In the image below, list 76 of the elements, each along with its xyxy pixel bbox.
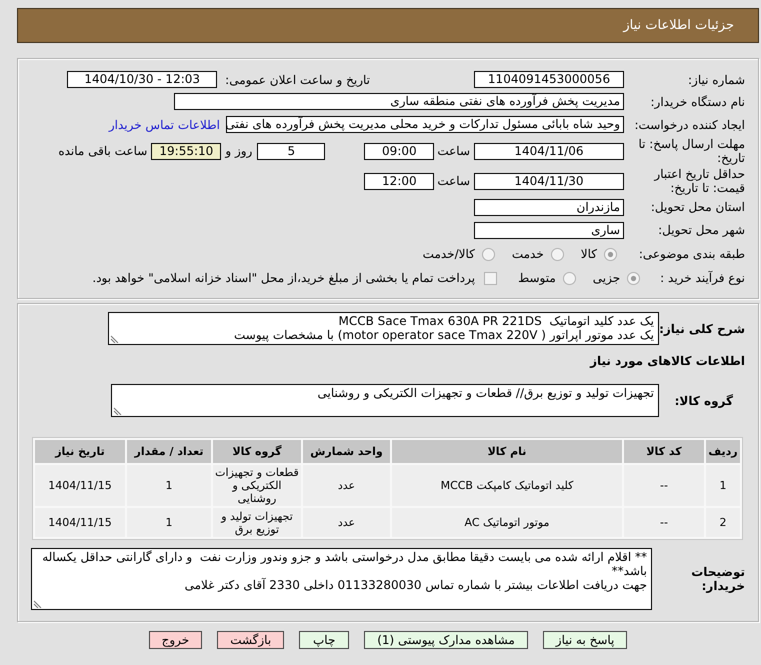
- field-label: گروه کالا:: [674, 394, 734, 408]
- table-cell: 1404/11/15: [35, 508, 125, 537]
- announce-datetime-field[interactable]: 1404/10/30 - 12:03: [67, 71, 218, 88]
- goods-group-field[interactable]: تجهیزات تولید و توزیع برق// قطعات و تجهیزات الکتریکی و روشنایی: [111, 384, 659, 417]
- print-button[interactable]: چاپ: [299, 631, 350, 649]
- column-header: گروه کالا: [213, 440, 301, 463]
- exit-button[interactable]: خروج: [148, 631, 202, 649]
- checkbox[interactable]: [484, 272, 498, 284]
- radio-button[interactable]: [562, 272, 576, 284]
- validity-date-field[interactable]: 1404/11/30: [474, 172, 624, 190]
- column-header: نام کالا: [392, 440, 622, 463]
- days-label: روز و: [225, 144, 252, 158]
- radio-button[interactable]: [550, 248, 564, 260]
- table-cell: 1: [127, 508, 211, 537]
- view-attachments-button[interactable]: مشاهده مدارک پیوستی (1): [364, 631, 528, 649]
- resize-grip-icon[interactable]: [110, 334, 119, 343]
- deadline-time-field[interactable]: 09:00: [364, 142, 434, 160]
- reply-button[interactable]: پاسخ به نیاز: [542, 631, 628, 649]
- radio-button[interactable]: [482, 248, 495, 260]
- field-label: مهلت ارسال پاسخ: تا تاریخ:: [637, 137, 745, 165]
- field-label: طبقه بندی موضوعی:: [638, 247, 745, 261]
- table-cell: 1: [706, 465, 740, 506]
- option-label: کالا: [580, 247, 597, 261]
- need-number-field[interactable]: 1104091453000056: [474, 71, 624, 88]
- time-label: ساعت: [437, 144, 470, 158]
- buyer-contact-link[interactable]: اطلاعات تماس خریدار: [108, 118, 220, 132]
- field-label: استان محل تحویل:: [650, 200, 745, 214]
- buyer-notes-field[interactable]: ** اقلام ارائه شده می بایست دقیقا مطابق مدل درخواستی باشد و جزو وندور وزارت نفت و دارای گارانتی حداقل یکساله باشد** جهت دریافت اطلاعات بیشتر با شماره تماس 01133280030 داخلی 2330 آقای دکتر غلامی: [31, 548, 652, 610]
- table-cell: 1: [127, 465, 211, 506]
- field-label: حداقل تاریخ اعتبار قیمت: تا تاریخ:: [652, 167, 745, 195]
- field-label: توضیحات خریدار:: [690, 565, 745, 593]
- table-cell: تجهیزات تولید و توزیع برق: [213, 508, 301, 537]
- option-label: جزیی: [592, 271, 620, 285]
- time-left-field[interactable]: 19:55:10: [151, 142, 222, 160]
- table-cell: 1404/11/15: [35, 465, 125, 506]
- page-title: جزئیات اطلاعات نیاز: [623, 18, 734, 33]
- field-label: شهر محل تحویل:: [657, 223, 745, 237]
- field-label: شرح کلی نیاز:: [659, 322, 745, 336]
- column-header: تعداد / مقدار: [127, 440, 211, 463]
- field-label: نوع فرآیند خرید :: [660, 271, 745, 285]
- days-left-field[interactable]: 5: [257, 142, 326, 160]
- description-field[interactable]: یک عدد کلید اتوماتیک MCCB Sace Tmax 630A PR 221DS یک عدد موتور اپراتور ( motor operator sace Tmax 220V) با مشخصات پیوست: [108, 312, 659, 345]
- option-label: کالا/خدمت: [422, 247, 475, 261]
- time-label: ساعت: [437, 174, 470, 188]
- validity-time-field[interactable]: 12:00: [364, 172, 434, 190]
- requester-field[interactable]: وحید شاه بابائی مسئول تدارکات و خرید محلی مدیریت پخش فرآورده های نفتی: [226, 116, 624, 133]
- section-heading: اطلاعات کالاهای مورد نیاز: [588, 353, 745, 369]
- table-cell: کلید اتوماتیک کامپکت MCCB: [392, 465, 622, 506]
- column-header: تاریخ نیاز: [35, 440, 125, 463]
- field-label: تاریخ و ساعت اعلان عمومی:: [225, 72, 370, 86]
- table-cell: 2: [706, 508, 740, 537]
- column-header: واحد شمارش: [303, 440, 390, 463]
- radio-button[interactable]: [627, 272, 640, 284]
- table-cell: عدد: [303, 508, 390, 537]
- table-cell: --: [624, 508, 704, 537]
- resize-grip-icon[interactable]: [33, 599, 42, 608]
- city-field[interactable]: ساری: [474, 222, 624, 238]
- table-cell: --: [624, 465, 704, 506]
- column-header: کد کالا: [624, 440, 704, 463]
- buyer-organization-field[interactable]: مدیریت پخش فرآورده های نفتی منطقه ساری: [174, 93, 624, 110]
- table-cell: موتور اتوماتیک AC: [392, 508, 622, 537]
- option-label: خدمت: [512, 247, 544, 261]
- table-cell: عدد: [303, 465, 390, 506]
- time-left-label: ساعت باقی مانده: [58, 144, 148, 158]
- table-cell: قطعات و تجهیزات الکتریکی و روشنایی: [213, 465, 301, 506]
- option-label: متوسط: [518, 271, 556, 285]
- field-label: شماره نیاز:: [687, 72, 745, 86]
- back-button[interactable]: بازگشت: [217, 631, 284, 649]
- field-label: نام دستگاه خریدار:: [650, 94, 745, 108]
- province-field[interactable]: مازندران: [474, 198, 624, 216]
- radio-button[interactable]: [604, 248, 617, 260]
- resize-grip-icon[interactable]: [113, 406, 122, 415]
- field-label: ایجاد کننده درخواست:: [633, 118, 745, 132]
- checkbox-label: پرداخت تمام یا بخشی از مبلغ خرید،از محل "اسناد خزانه اسلامی" خواهد بود.: [92, 271, 476, 285]
- deadline-date-field[interactable]: 1404/11/06: [474, 142, 624, 160]
- column-header: ردیف: [706, 440, 740, 463]
